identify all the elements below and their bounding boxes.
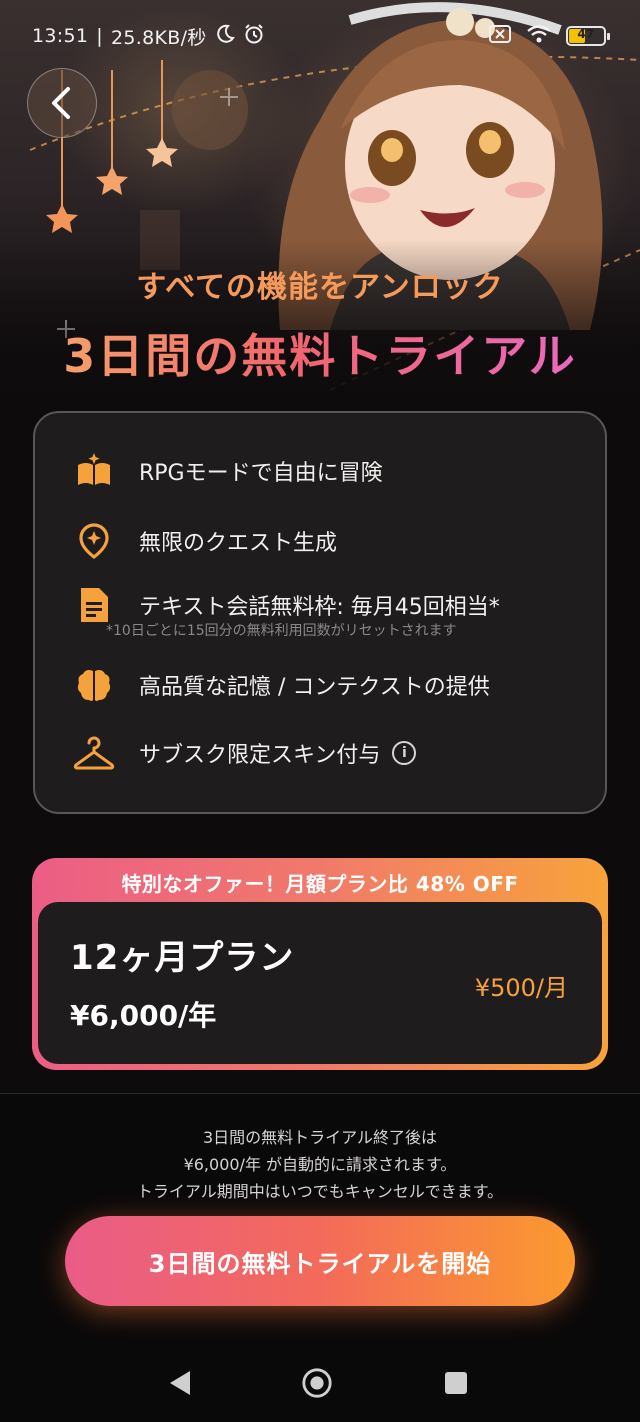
status-separator: | [96, 25, 103, 47]
offer-banner: 特別なオファー！月額プラン比 48% OFF [121, 871, 519, 896]
sim-off-icon [488, 24, 512, 49]
trial-notice: 3日間の無料トライアル終了後は ¥6,000/年 が自動的に請求されます。 トラ… [0, 1124, 640, 1205]
plan-details: 12ヶ月プラン ¥6,000/年 ¥500/月 [38, 902, 602, 1064]
triangle-back-icon [170, 1371, 190, 1395]
nav-back-button[interactable] [164, 1367, 196, 1399]
feature-label: サブスク限定スキン付与 [139, 743, 381, 768]
plan-12-month-card[interactable]: 特別なオファー！月額プラン比 48% OFF 12ヶ月プラン ¥6,000/年 … [32, 858, 608, 1070]
feature-label: RPGモードで自由に冒険 [139, 461, 383, 486]
circle-home-icon [302, 1368, 332, 1398]
page-subtitle: すべての機能をアンロック [136, 270, 504, 305]
notice-line-2: ¥6,000/年 が自動的に請求されます。 [183, 1155, 457, 1174]
nav-recents-button[interactable] [440, 1367, 472, 1399]
feature-label: 無限のクエスト生成 [139, 531, 338, 556]
start-trial-button[interactable]: 3日間の無料トライアルを開始 [65, 1216, 575, 1306]
feature-memory: 高品質な記憶 / コンテクストの提供 [71, 662, 490, 708]
plan-name: 12ヶ月プラン [70, 938, 295, 978]
back-button[interactable] [27, 68, 97, 138]
feature-label: テキスト会話無料枠: 毎月45回相当* [139, 595, 500, 620]
square-recents-icon [445, 1372, 467, 1394]
wifi-icon [526, 24, 552, 49]
brain-icon [71, 662, 117, 708]
nav-home-button[interactable] [301, 1367, 333, 1399]
hanger-icon [71, 730, 117, 776]
page-title: 3日間の無料トライアル [0, 320, 640, 386]
info-icon[interactable]: i [392, 741, 417, 765]
feature-quest: 無限のクエスト生成 [71, 518, 337, 564]
quest-pin-icon [71, 518, 117, 564]
plan-price: ¥6,000/年 [70, 999, 217, 1032]
battery-icon: 47 [566, 26, 610, 46]
status-time: 13:51 [32, 25, 89, 47]
feature-skin: サブスク限定スキン付与 i [71, 730, 417, 776]
feature-label: 高品質な記憶 / コンテクストの提供 [139, 675, 490, 700]
alarm-icon [243, 23, 265, 50]
chevron-left-icon [52, 87, 70, 119]
moon-icon [215, 24, 235, 49]
notice-line-3: トライアル期間中はいつでもキャンセルできます。 [136, 1182, 504, 1201]
plan-monthly-price: ¥500/月 [474, 974, 568, 1002]
book-sparkle-icon [71, 448, 117, 494]
battery-level: 47 [577, 27, 595, 41]
status-bar: 13:51 | 25.8KB/秒 47 [0, 0, 640, 72]
feature-rpg-mode: RPGモードで自由に冒険 [71, 448, 383, 494]
feature-note: *10日ごとに15回分の無料利用回数がリセットされます [106, 623, 457, 639]
notice-line-1: 3日間の無料トライアル終了後は [202, 1128, 438, 1147]
status-net-speed: 25.8KB/秒 [110, 26, 207, 49]
